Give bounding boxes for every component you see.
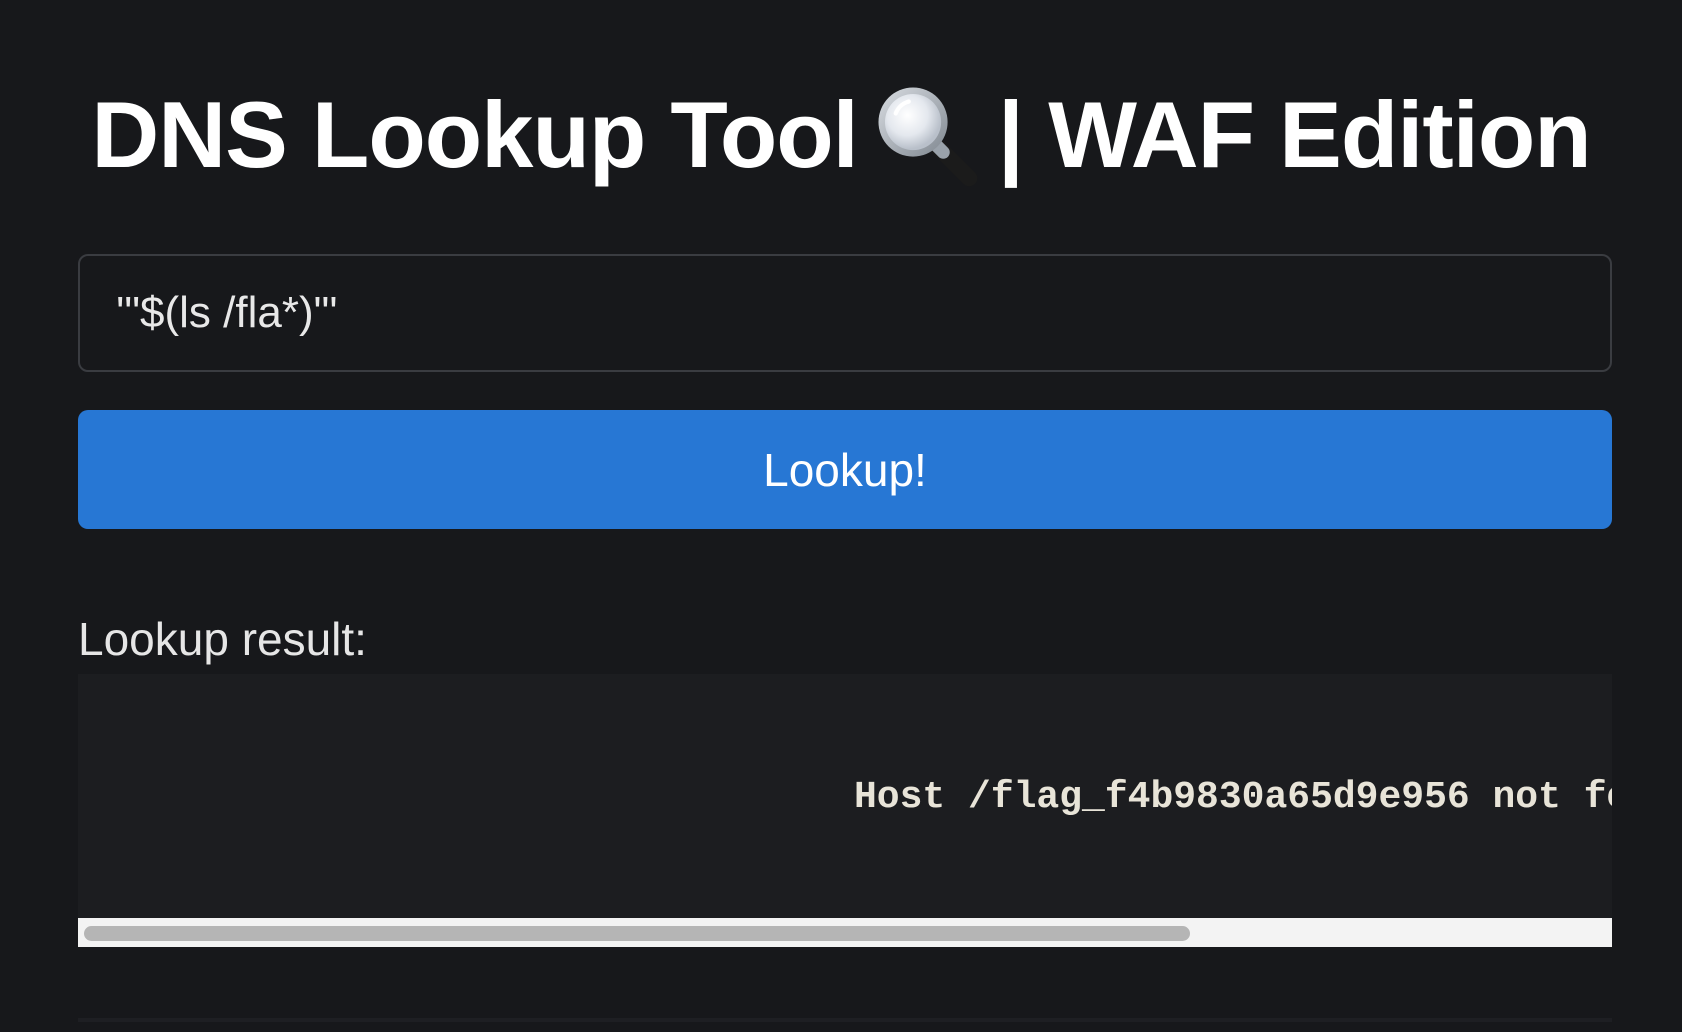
scrollbar-thumb[interactable]	[84, 926, 1190, 941]
result-text: Host /flag_f4b9830a65d9e956 not found: 3…	[854, 776, 1612, 819]
lookup-result-label: Lookup result:	[78, 613, 367, 665]
page-title: DNS Lookup Tool | WAF Edition	[0, 70, 1682, 200]
lookup-result-output: Host /flag_f4b9830a65d9e956 not found: 3…	[78, 674, 1612, 918]
horizontal-scrollbar[interactable]	[78, 918, 1612, 947]
lookup-button[interactable]: Lookup!	[78, 410, 1612, 529]
magnifying-glass-icon	[872, 81, 980, 189]
title-edition-text: | WAF Edition	[997, 82, 1592, 187]
title-text: DNS Lookup Tool	[91, 82, 858, 187]
page: DNS Lookup Tool | WAF Edition '"$(ls /fl…	[0, 0, 1682, 1032]
domain-input-container	[78, 254, 1612, 372]
divider	[78, 1018, 1612, 1022]
domain-input[interactable]	[80, 256, 1610, 370]
